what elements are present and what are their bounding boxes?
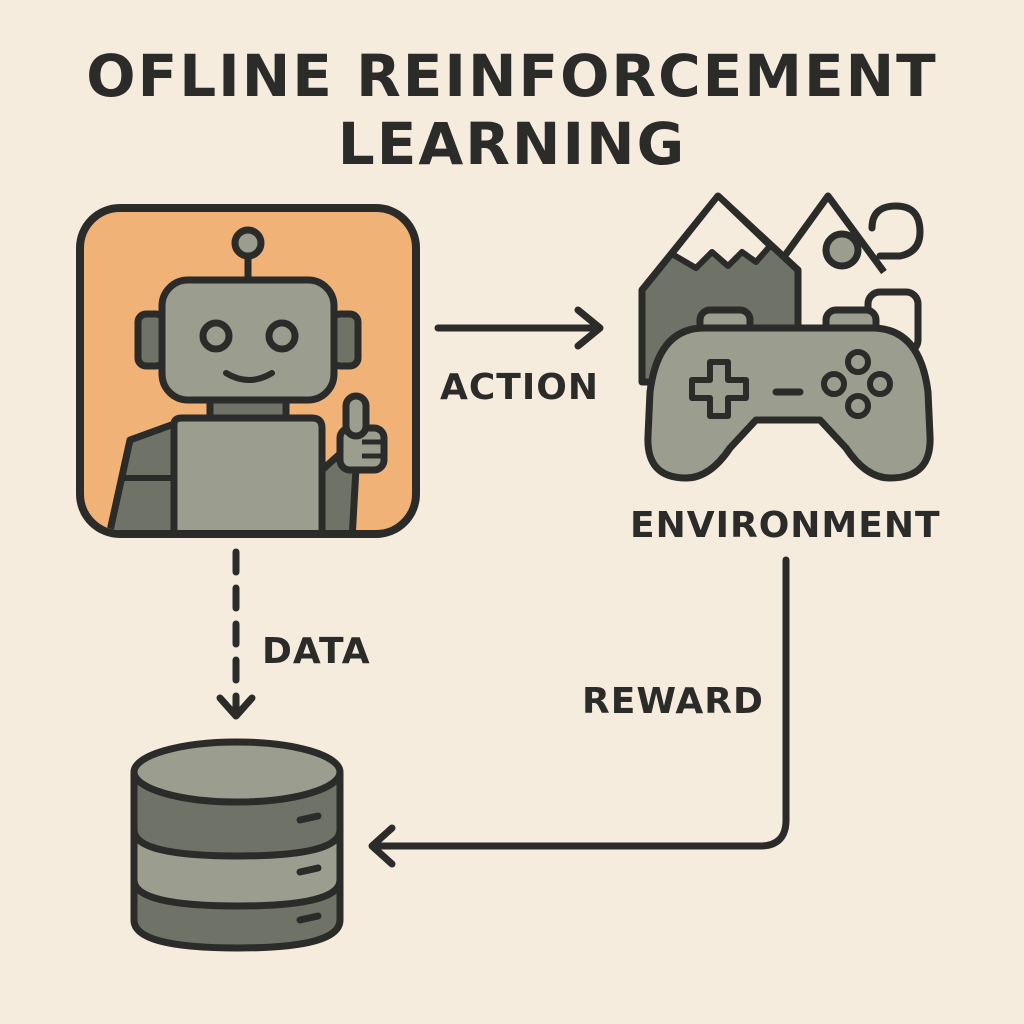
gamepad-icon [644, 306, 934, 482]
robot-icon [76, 204, 420, 538]
diagram-canvas: OFLINE REINFORCEMENT LEARNING ACTION ENV… [0, 0, 1024, 1024]
database-icon [130, 738, 344, 952]
reward-label: REWARD [582, 681, 764, 722]
action-label: ACTION [440, 367, 599, 408]
data-label: DATA [262, 631, 371, 672]
data-arrow [216, 548, 256, 720]
environment-label: ENVIRONMENT [630, 505, 941, 546]
action-arrow [434, 306, 604, 350]
